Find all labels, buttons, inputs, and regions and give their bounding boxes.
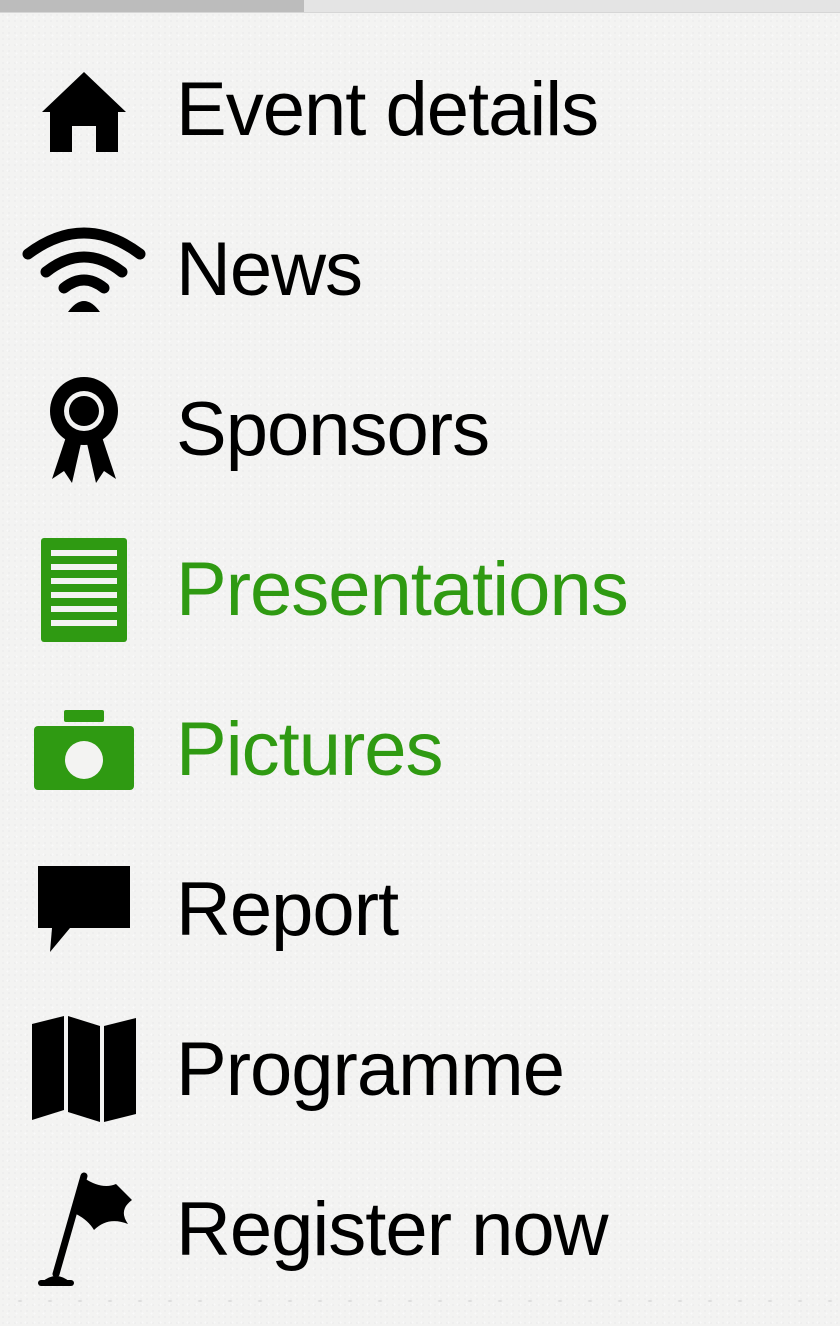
nav-item-label: Register now — [176, 1187, 609, 1272]
speech-bubble-icon — [22, 860, 146, 960]
nav-item-label: Event details — [176, 67, 599, 152]
top-tab-active-indicator — [0, 0, 304, 12]
bottom-divider — [0, 1296, 840, 1306]
nav-item-label: Report — [176, 867, 399, 952]
nav-item-label: Sponsors — [176, 387, 490, 472]
nav-item-news[interactable]: News — [0, 190, 840, 350]
nav-item-event-details[interactable]: Event details — [0, 30, 840, 190]
nav-item-label: Pictures — [176, 707, 444, 792]
document-icon — [22, 538, 146, 642]
map-icon — [22, 1016, 146, 1122]
nav-item-label: Presentations — [176, 547, 629, 632]
nav-item-sponsors[interactable]: Sponsors — [0, 350, 840, 510]
sidebar-nav: Event details News Sponsors Presentation… — [0, 30, 840, 1310]
nav-item-label: News — [176, 227, 363, 312]
nav-item-pictures[interactable]: Pictures — [0, 670, 840, 830]
nav-item-label: Programme — [176, 1027, 565, 1112]
nav-item-presentations[interactable]: Presentations — [0, 510, 840, 670]
ribbon-award-icon — [22, 377, 146, 483]
home-icon — [22, 60, 146, 160]
wifi-icon — [22, 220, 146, 320]
nav-item-register-now[interactable]: Register now — [0, 1150, 840, 1310]
top-tab-strip — [0, 0, 840, 13]
flag-icon — [22, 1172, 146, 1286]
nav-item-programme[interactable]: Programme — [0, 990, 840, 1150]
camera-icon — [22, 700, 146, 800]
nav-item-report[interactable]: Report — [0, 830, 840, 990]
